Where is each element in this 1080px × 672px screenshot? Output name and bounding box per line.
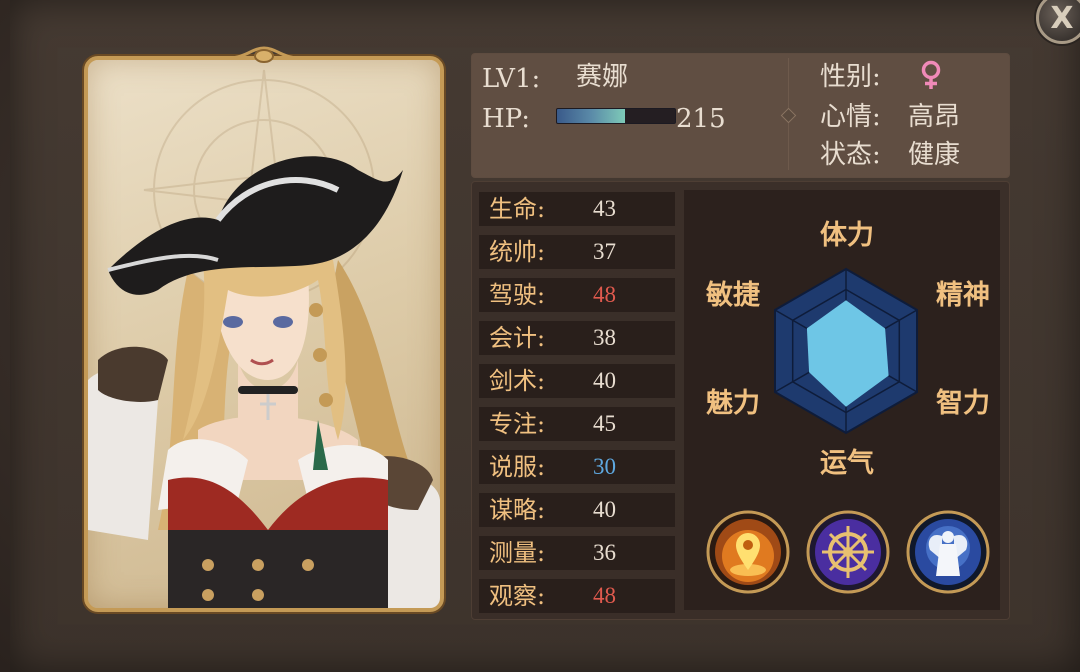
radar-label-agility: 敏捷 — [706, 280, 760, 311]
stat-label: 谋略: — [489, 496, 546, 524]
stat-label: 测量: — [489, 539, 546, 567]
angel-statue-icon — [906, 510, 990, 594]
female-symbol-icon — [921, 60, 941, 89]
stat-row-observation: 观察: 48 — [479, 579, 675, 613]
stat-row-strategy: 谋略: 40 — [479, 493, 675, 527]
status-label: 状态: — [820, 140, 881, 170]
radar-label-charm: 魅力 — [706, 388, 760, 419]
stat-label: 专注: — [489, 410, 546, 438]
character-portrait-image — [88, 69, 440, 608]
location-pin-icon — [706, 510, 790, 594]
stat-value: 37 — [593, 239, 616, 264]
radar-label-stamina: 体力 — [820, 220, 874, 251]
stat-label: 观察: — [489, 582, 546, 610]
hp-bar-fill — [557, 109, 626, 123]
mood-value: 高昂 — [908, 102, 961, 132]
hp-value: 215 — [676, 104, 726, 134]
status-value: 健康 — [908, 140, 961, 170]
stat-value: 43 — [593, 196, 616, 221]
stat-label: 统帅: — [489, 238, 546, 266]
radar-label-luck: 运气 — [820, 448, 874, 479]
skill-location-button[interactable] — [706, 510, 790, 594]
stat-value: 38 — [593, 325, 616, 350]
close-icon: X — [1050, 0, 1074, 36]
portrait-card — [84, 56, 444, 612]
stat-value: 48 — [593, 282, 616, 307]
radar-label-spirit: 精神 — [936, 280, 990, 311]
stat-row-piloting: 驾驶: 48 — [479, 278, 675, 312]
level-label: LV1: — [482, 64, 541, 94]
hp-bar — [556, 108, 676, 124]
stat-label: 剑术: — [489, 367, 546, 395]
stat-row-life: 生命: 43 — [479, 192, 675, 226]
card-ornament — [226, 44, 302, 66]
skill-navigation-button[interactable] — [806, 510, 890, 594]
stat-value: 30 — [593, 454, 616, 479]
stat-label: 生命: — [489, 195, 546, 223]
stat-value: 36 — [593, 540, 616, 565]
stat-value: 45 — [593, 411, 616, 436]
stat-row-focus: 专注: 45 — [479, 407, 675, 441]
radar-label-intellect: 智力 — [936, 388, 990, 419]
mood-label: 心情: — [820, 102, 881, 132]
gender-label: 性别: — [820, 62, 881, 92]
stat-label: 会计: — [489, 324, 546, 352]
skill-guardian-button[interactable] — [906, 510, 990, 594]
stat-value: 40 — [593, 497, 616, 522]
stat-row-command: 统帅: 37 — [479, 235, 675, 269]
stat-label: 说服: — [489, 453, 546, 481]
stat-value: 40 — [593, 368, 616, 393]
hp-label: HP: — [482, 104, 531, 134]
stat-value: 48 — [593, 583, 616, 608]
attribute-radar-chart — [774, 267, 918, 435]
stat-row-surveying: 测量: 36 — [479, 536, 675, 570]
stat-row-persuasion: 说服: 30 — [479, 450, 675, 484]
character-name: 赛娜 — [576, 62, 629, 92]
stat-row-swordsmanship: 剑术: 40 — [479, 364, 675, 398]
ship-wheel-icon — [806, 510, 890, 594]
stat-row-accounting: 会计: 38 — [479, 321, 675, 355]
stat-label: 驾驶: — [489, 281, 546, 309]
